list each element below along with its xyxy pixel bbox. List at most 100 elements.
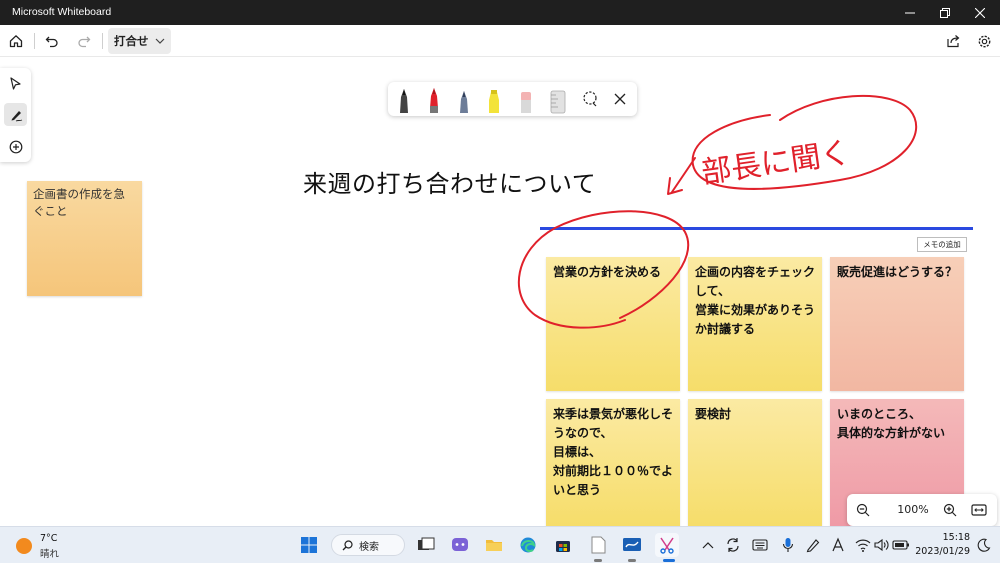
home-button[interactable]: [4, 29, 28, 53]
clock-time: 15:18: [942, 532, 970, 543]
title-bar: Microsoft Whiteboard: [0, 0, 1000, 25]
add-memo-button[interactable]: メモの追加: [917, 237, 967, 252]
taskbar: 7°C 晴れ 検索 15:18 2023/01/29: [0, 526, 1000, 563]
yellow-highlighter-button[interactable]: [482, 86, 506, 114]
folder-icon: [486, 540, 502, 551]
microphone-tray-button[interactable]: [776, 533, 800, 557]
pen-icon: [806, 539, 820, 553]
share-button[interactable]: [941, 29, 965, 53]
wifi-icon: [855, 539, 871, 552]
weather-description[interactable]: 晴れ: [40, 546, 59, 560]
search-label: 検索: [359, 541, 379, 553]
document-icon: [591, 536, 606, 554]
ruler-button[interactable]: [546, 86, 570, 114]
zoom-level: 100%: [897, 503, 929, 516]
close-pen-tray-button[interactable]: [612, 91, 628, 107]
teams-chat-button[interactable]: [448, 533, 472, 557]
weather-sun-icon[interactable]: [16, 538, 32, 554]
pen-menu-tray-button[interactable]: [801, 533, 825, 557]
chat-icon: [452, 538, 468, 551]
note-card[interactable]: 営業の方針を決める: [546, 257, 680, 391]
restore-button[interactable]: [928, 0, 962, 25]
task-view-icon: [418, 537, 435, 550]
ink-arrow: [667, 157, 696, 195]
lasso-icon: [583, 91, 597, 107]
whiteboard-app-button[interactable]: [620, 533, 644, 557]
notepad-button[interactable]: [586, 533, 610, 557]
home-icon: [9, 35, 23, 48]
taskbar-clock[interactable]: 15:18 2023/01/29: [912, 531, 970, 559]
running-indicator: [594, 559, 602, 562]
toolbar-separator: [34, 33, 35, 49]
moon-icon: [977, 538, 991, 552]
pen-icon: [11, 110, 22, 121]
show-hidden-icons-button[interactable]: [696, 533, 720, 557]
canvas-heading[interactable]: 来週の打ち合わせについて: [303, 164, 596, 199]
blue-ink-line: [540, 227, 973, 230]
store-button[interactable]: [551, 533, 575, 557]
handwriting-text: 部長に聞く: [699, 135, 852, 191]
edge-browser-button[interactable]: [516, 533, 540, 557]
sticky-note[interactable]: 企画書の作成を急ぐこと: [27, 181, 142, 296]
redo-button[interactable]: [72, 29, 96, 53]
ink-tool-button[interactable]: [4, 103, 27, 126]
settings-button[interactable]: [972, 29, 996, 53]
sync-tray-button[interactable]: [721, 533, 745, 557]
pen-tray: [388, 82, 637, 116]
lasso-select-button[interactable]: [581, 90, 599, 108]
windows-logo-icon: [301, 537, 317, 553]
note-card[interactable]: 企画の内容をチェックして、 営業に効果がありそうか討議する: [688, 257, 822, 391]
zoom-out-icon: [856, 503, 870, 517]
battery-icon: [892, 540, 909, 550]
toolbar-separator: [102, 33, 103, 49]
taskbar-search[interactable]: 検索: [331, 534, 405, 556]
black-pen-button[interactable]: [392, 86, 416, 114]
weather-temperature[interactable]: 7°C: [40, 533, 57, 544]
note-card[interactable]: 来季は景気が悪化しそうなので、 目標は、 対前期比１００％でよいと思う: [546, 399, 680, 526]
eraser-button[interactable]: [514, 86, 538, 114]
battery-status-button[interactable]: [889, 533, 913, 557]
undo-icon: [45, 36, 58, 48]
scissors-icon: [660, 537, 674, 554]
notifications-button[interactable]: [972, 533, 996, 557]
file-explorer-button[interactable]: [482, 533, 506, 557]
close-icon: [614, 93, 626, 105]
board-name-dropdown[interactable]: 打合せ: [108, 28, 171, 54]
zoom-in-icon: [943, 503, 957, 517]
app-toolbar: 打合せ: [0, 25, 1000, 57]
search-icon: [342, 539, 353, 550]
window-title: Microsoft Whiteboard: [12, 6, 112, 18]
store-icon: [556, 541, 570, 552]
chevron-down-icon: [155, 38, 164, 44]
blue-pen-button[interactable]: [452, 86, 476, 114]
zoom-controls: 100%: [847, 494, 997, 526]
share-icon: [946, 35, 959, 48]
close-icon: [975, 7, 985, 18]
keyboard-icon: [752, 539, 768, 551]
minimize-icon: [905, 12, 915, 13]
add-button[interactable]: [4, 135, 27, 158]
select-tool-button[interactable]: [4, 72, 27, 95]
zoom-out-button[interactable]: [853, 500, 873, 520]
ime-a-icon: [832, 537, 844, 552]
ime-mode-button[interactable]: [826, 533, 850, 557]
fit-screen-icon: [971, 504, 987, 516]
red-pen-button[interactable]: [422, 86, 446, 114]
restore-icon: [940, 7, 950, 18]
sync-icon: [727, 538, 739, 552]
running-indicator: [628, 559, 636, 562]
note-card[interactable]: 販売促進はどうする？: [830, 257, 964, 391]
edge-icon: [520, 537, 536, 553]
task-view-button[interactable]: [414, 533, 438, 557]
fit-to-screen-button[interactable]: [969, 500, 989, 520]
start-button[interactable]: [297, 533, 321, 557]
minimize-button[interactable]: [893, 0, 927, 25]
close-window-button[interactable]: [963, 0, 997, 25]
keyboard-tray-button[interactable]: [748, 533, 772, 557]
snipping-tool-button[interactable]: [655, 533, 679, 557]
ink-ellipse-large: [691, 94, 917, 190]
note-card[interactable]: 要検討: [688, 399, 822, 526]
zoom-in-button[interactable]: [940, 500, 960, 520]
undo-button[interactable]: [40, 29, 64, 53]
microphone-icon: [782, 538, 794, 552]
